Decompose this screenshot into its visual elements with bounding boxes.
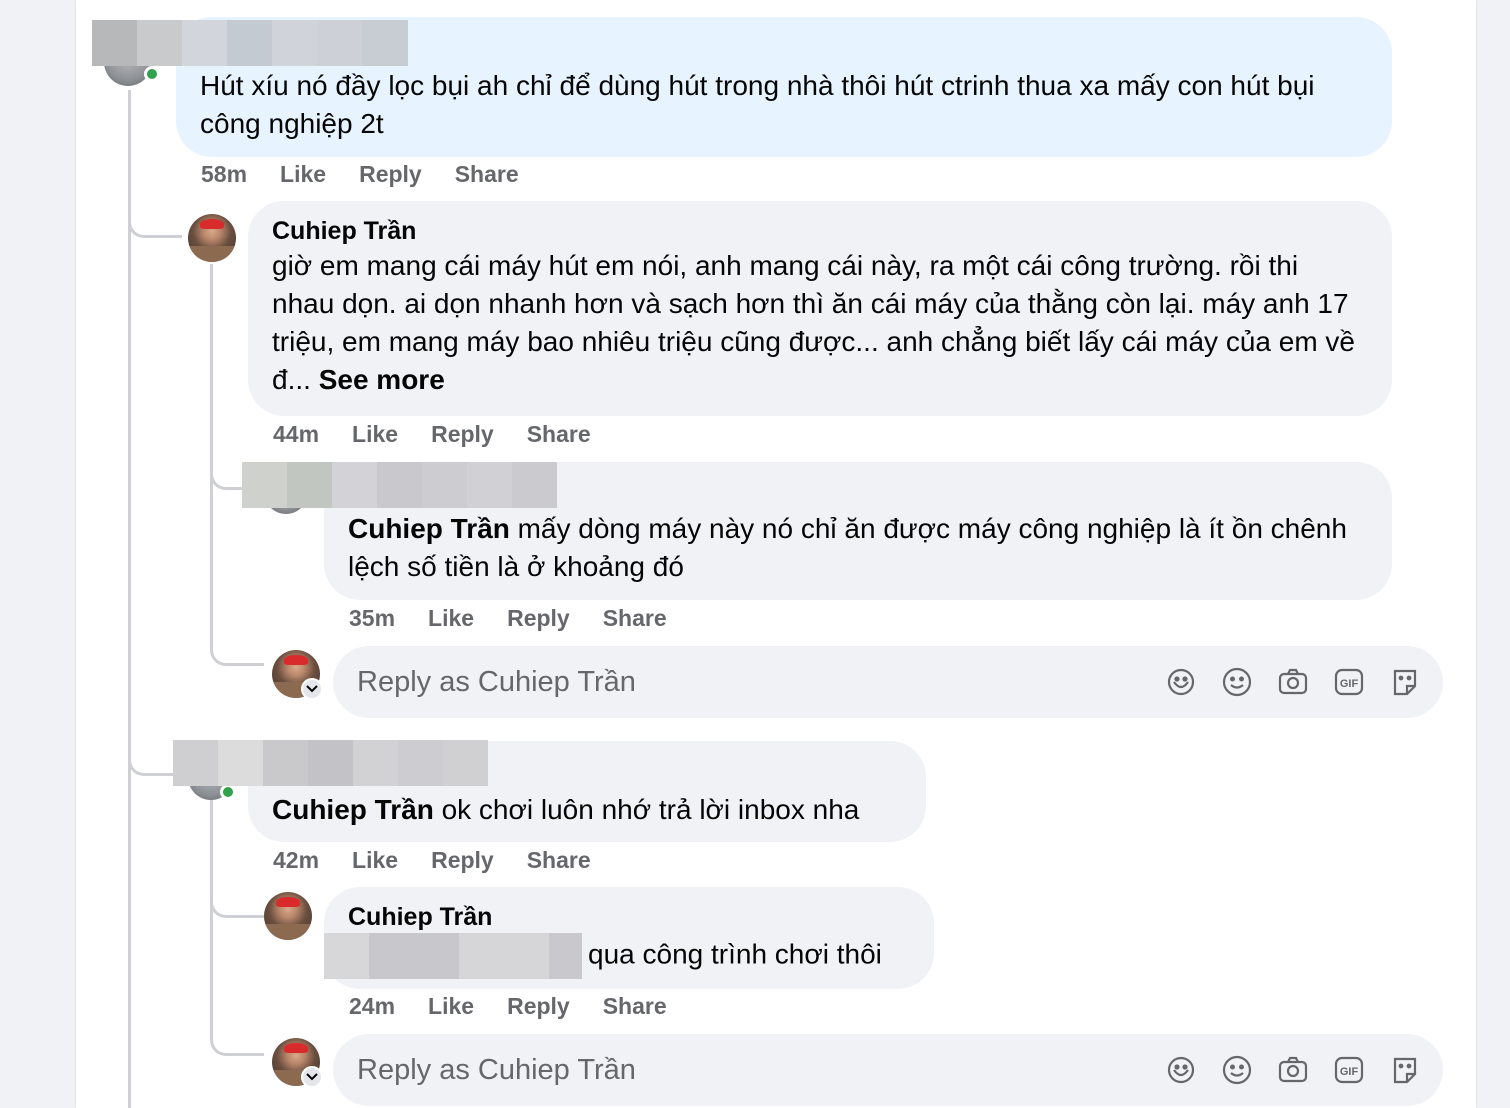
reply-input[interactable] <box>357 1053 1137 1087</box>
mention-link[interactable]: Cuhiep Trần <box>348 513 510 544</box>
svg-text:GIF: GIF <box>1340 1066 1359 1078</box>
comment-actions: 42m Like Reply Share <box>273 847 591 874</box>
camera-icon[interactable] <box>1277 1051 1309 1089</box>
comment-text: qua công trình chơi thôi <box>588 938 882 970</box>
comment-actions: 35m Like Reply Share <box>349 605 667 632</box>
comment-actions: 44m Like Reply Share <box>273 421 591 448</box>
thread-line <box>128 90 131 1108</box>
thread-connector <box>210 880 264 918</box>
share-button[interactable]: Share <box>527 421 591 448</box>
redacted-author-name <box>242 462 557 508</box>
chevron-down-icon[interactable] <box>301 1066 323 1088</box>
thread-connector <box>128 200 182 238</box>
comment-timestamp[interactable]: 35m <box>349 605 395 632</box>
sticker-icon[interactable] <box>1389 1051 1421 1089</box>
emoji-icon[interactable] <box>1221 663 1253 701</box>
svg-text:GIF: GIF <box>1340 678 1359 690</box>
comment-timestamp[interactable]: 44m <box>273 421 319 448</box>
avatar-sticker-icon[interactable] <box>1165 663 1197 701</box>
composer-toolbar: GIF <box>1165 1051 1421 1089</box>
avatar[interactable] <box>188 214 236 262</box>
online-status-dot <box>144 66 160 82</box>
like-button[interactable]: Like <box>352 421 398 448</box>
comment-actions: 24m Like Reply Share <box>349 993 667 1020</box>
reply-input[interactable] <box>357 665 1137 699</box>
comment-author[interactable]: Cuhiep Trần <box>348 901 910 933</box>
reply-button[interactable]: Reply <box>431 421 494 448</box>
thread-connector <box>210 460 244 490</box>
avatar[interactable] <box>264 892 312 940</box>
comment-timestamp[interactable]: 58m <box>201 161 247 188</box>
redacted-author-name <box>173 740 488 786</box>
like-button[interactable]: Like <box>352 847 398 874</box>
gif-icon[interactable]: GIF <box>1333 663 1365 701</box>
redacted-author-name <box>92 20 408 66</box>
camera-icon[interactable] <box>1277 663 1309 701</box>
like-button[interactable]: Like <box>280 161 326 188</box>
like-button[interactable]: Like <box>428 993 474 1020</box>
thread-line <box>210 264 213 644</box>
share-button[interactable]: Share <box>603 993 667 1020</box>
reply-button[interactable]: Reply <box>431 847 494 874</box>
comment-text: Hút xíu nó đầy lọc bụi ah chỉ để dùng hú… <box>200 70 1315 139</box>
redacted-mention <box>324 933 582 979</box>
thread-connector <box>210 1020 264 1056</box>
composer-toolbar: GIF <box>1165 663 1421 701</box>
reply-button[interactable]: Reply <box>359 161 422 188</box>
share-button[interactable]: Share <box>527 847 591 874</box>
gif-icon[interactable]: GIF <box>1333 1051 1365 1089</box>
comment-bubble: Cuhiep Trần giờ em mang cái máy hút em n… <box>248 201 1392 416</box>
online-status-dot <box>220 784 236 800</box>
mention-link[interactable]: Cuhiep Trần <box>272 794 434 825</box>
reply-composer: GIF <box>333 646 1443 718</box>
emoji-icon[interactable] <box>1221 1051 1253 1089</box>
comment-author[interactable]: Cuhiep Trần <box>272 215 1368 247</box>
share-button[interactable]: Share <box>455 161 519 188</box>
comment-timestamp[interactable]: 42m <box>273 847 319 874</box>
comment-text: ok chơi luôn nhớ trả lời inbox nha <box>433 794 860 825</box>
thread-connector <box>210 630 264 666</box>
avatar-sticker-icon[interactable] <box>1165 1051 1197 1089</box>
sticker-icon[interactable] <box>1389 663 1421 701</box>
comment-actions: 58m Like Reply Share <box>201 161 519 188</box>
reply-button[interactable]: Reply <box>507 993 570 1020</box>
comment-timestamp[interactable]: 24m <box>349 993 395 1020</box>
chevron-down-icon[interactable] <box>301 678 323 700</box>
see-more-link[interactable]: See more <box>319 364 445 395</box>
like-button[interactable]: Like <box>428 605 474 632</box>
share-button[interactable]: Share <box>603 605 667 632</box>
reply-composer: GIF <box>333 1034 1443 1106</box>
thread-line <box>210 800 213 1040</box>
reply-button[interactable]: Reply <box>507 605 570 632</box>
comment-bubble: Cuhiep Trần qua công trình chơi thôi <box>324 887 934 989</box>
